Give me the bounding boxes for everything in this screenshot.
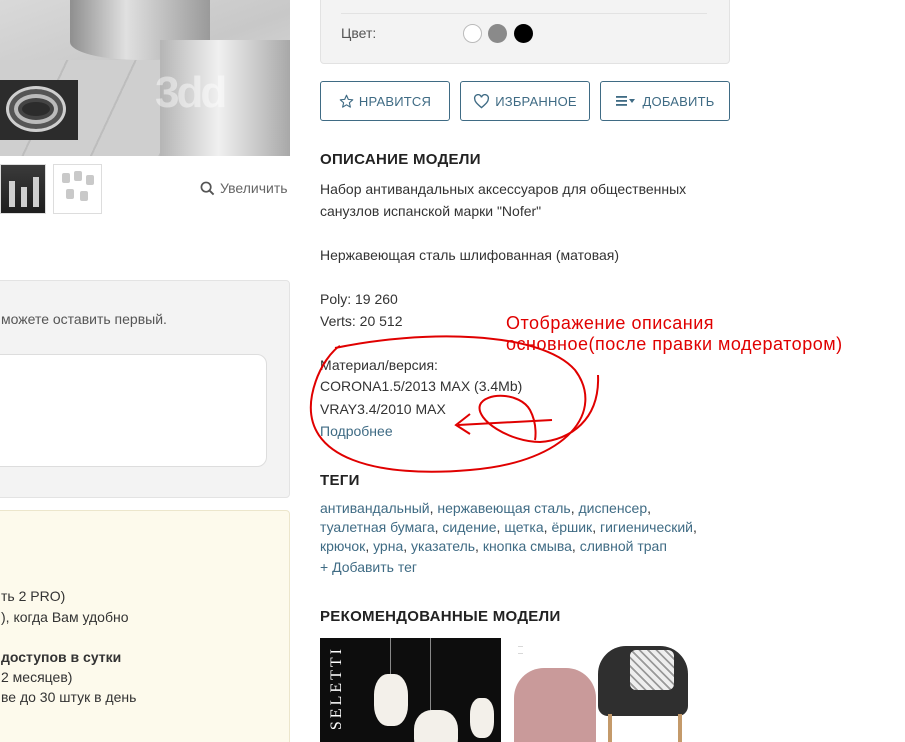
thumbnail-1[interactable]	[0, 164, 46, 214]
add-tag-link[interactable]: + Добавить тег	[320, 559, 417, 575]
add-label: ДОБАВИТЬ	[642, 93, 715, 109]
pro-line: ве до 30 штук в день	[1, 689, 137, 705]
tag-link[interactable]: сидение	[442, 519, 496, 535]
annotation-arrowhead	[454, 413, 471, 435]
color-swatch-white[interactable]	[463, 24, 482, 43]
pro-line: ), когда Вам удобно	[1, 609, 129, 625]
annotation-arrow	[457, 419, 553, 426]
tags-row: крючок, урна, указатель, кнопка смыва, с…	[320, 538, 667, 554]
tiny-caption: —	[518, 644, 523, 650]
lamp-wire	[390, 638, 391, 678]
thumb-item	[80, 191, 88, 201]
tag-link[interactable]: диспенсер	[578, 500, 647, 516]
recommended-item-1[interactable]: SELETTI	[320, 638, 501, 742]
poly-count: Poly: 19 260	[320, 291, 398, 307]
add-button[interactable]: ДОБАВИТЬ	[600, 81, 730, 121]
list-dropdown-icon	[615, 96, 635, 106]
zoom-label: Увеличить	[220, 180, 288, 196]
description-text: Набор антивандальных аксессуаров для общ…	[320, 181, 687, 197]
pillow	[630, 650, 674, 690]
pro-panel: ть 2 PRO) ), когда Вам удобно доступов в…	[0, 510, 290, 742]
thumb-item	[74, 171, 82, 181]
like-label: НРАВИТСЯ	[358, 93, 432, 109]
tag-link[interactable]: указатель	[411, 538, 475, 554]
monkey-lamp	[470, 698, 494, 738]
tags-row: туалетная бумага, сидение, щетка, ёршик,…	[320, 519, 697, 535]
thumb-item	[86, 175, 94, 185]
tiny-caption: —	[518, 651, 523, 657]
star-icon	[339, 94, 354, 108]
thumb-item	[21, 187, 27, 207]
more-link[interactable]: Подробнее	[320, 423, 393, 439]
brand-text: SELETTI	[328, 646, 345, 731]
main-product-image[interactable]: 3dd	[0, 0, 290, 156]
thumbnail-2[interactable]	[53, 164, 102, 214]
description-heading: ОПИСАНИЕ МОДЕЛИ	[320, 151, 481, 168]
tags-row: антивандальный, нержавеющая сталь, диспе…	[320, 500, 652, 516]
chair-leg	[678, 714, 682, 742]
tag-link[interactable]: сливной трап	[580, 538, 667, 554]
image-drain-grate	[6, 86, 66, 132]
description-text: санузлов испанской марки "Nofer"	[320, 203, 542, 219]
tag-link[interactable]: щетка	[504, 519, 543, 535]
favorite-label: ИЗБРАННОЕ	[495, 93, 577, 109]
verts-count: Verts: 20 512	[320, 313, 403, 329]
color-swatch-gray[interactable]	[488, 24, 507, 43]
tag-link[interactable]: крючок	[320, 538, 365, 554]
comments-empty-hint: можете оставить первый.	[1, 311, 167, 327]
monkey-lamp	[414, 710, 458, 742]
watermark: 3dd	[155, 68, 227, 117]
color-swatch-black[interactable]	[514, 24, 533, 43]
chair-leg	[608, 714, 612, 742]
pro-line: 2 месяцев)	[1, 669, 73, 685]
tags-heading: ТЕГИ	[320, 472, 360, 489]
comment-input[interactable]	[0, 354, 267, 467]
monkey-lamp	[374, 674, 408, 726]
favorite-button[interactable]: ИЗБРАННОЕ	[460, 81, 590, 121]
color-label: Цвет:	[341, 25, 377, 41]
thumb-item	[9, 181, 15, 207]
annotation-text: Отображение описания	[506, 313, 715, 333]
magnifier-icon	[200, 181, 215, 195]
heart-icon	[474, 93, 490, 109]
divider	[341, 13, 707, 14]
thumb-item	[66, 189, 74, 199]
version-label: Материал/версия:	[320, 357, 438, 373]
tag-link[interactable]: гигиенический	[600, 519, 693, 535]
pro-line: доступов в сутки	[1, 649, 122, 665]
annotation-text: основное(после правки модератором)	[506, 334, 843, 354]
like-button[interactable]: НРАВИТСЯ	[320, 81, 450, 121]
recommended-heading: РЕКОМЕНДОВАННЫЕ МОДЕЛИ	[320, 608, 561, 625]
comments-panel: можете оставить первый.	[0, 280, 290, 498]
description-material: Нержавеющая сталь шлифованная (матовая)	[320, 247, 619, 263]
tag-link[interactable]: кнопка смыва	[483, 538, 572, 554]
color-panel: Цвет:	[320, 0, 730, 64]
tag-link[interactable]: туалетная бумага	[320, 519, 435, 535]
tag-link[interactable]: ёршик	[551, 519, 592, 535]
thumb-item	[62, 173, 70, 183]
version-item: VRAY3.4/2010 MAX	[320, 401, 446, 417]
pink-chair	[514, 668, 596, 742]
zoom-button[interactable]: Увеличить	[200, 180, 288, 196]
recommended-item-2[interactable]: — —	[512, 638, 693, 742]
tag-link[interactable]: антивандальный	[320, 500, 430, 516]
pro-line: ть 2 PRO)	[1, 588, 66, 604]
tag-link[interactable]: нержавеющая сталь	[437, 500, 570, 516]
version-item: CORONA1.5/2013 MAX (3.4Mb)	[320, 378, 523, 394]
thumb-item	[33, 177, 39, 207]
lamp-wire	[430, 638, 431, 718]
tag-link[interactable]: урна	[373, 538, 403, 554]
